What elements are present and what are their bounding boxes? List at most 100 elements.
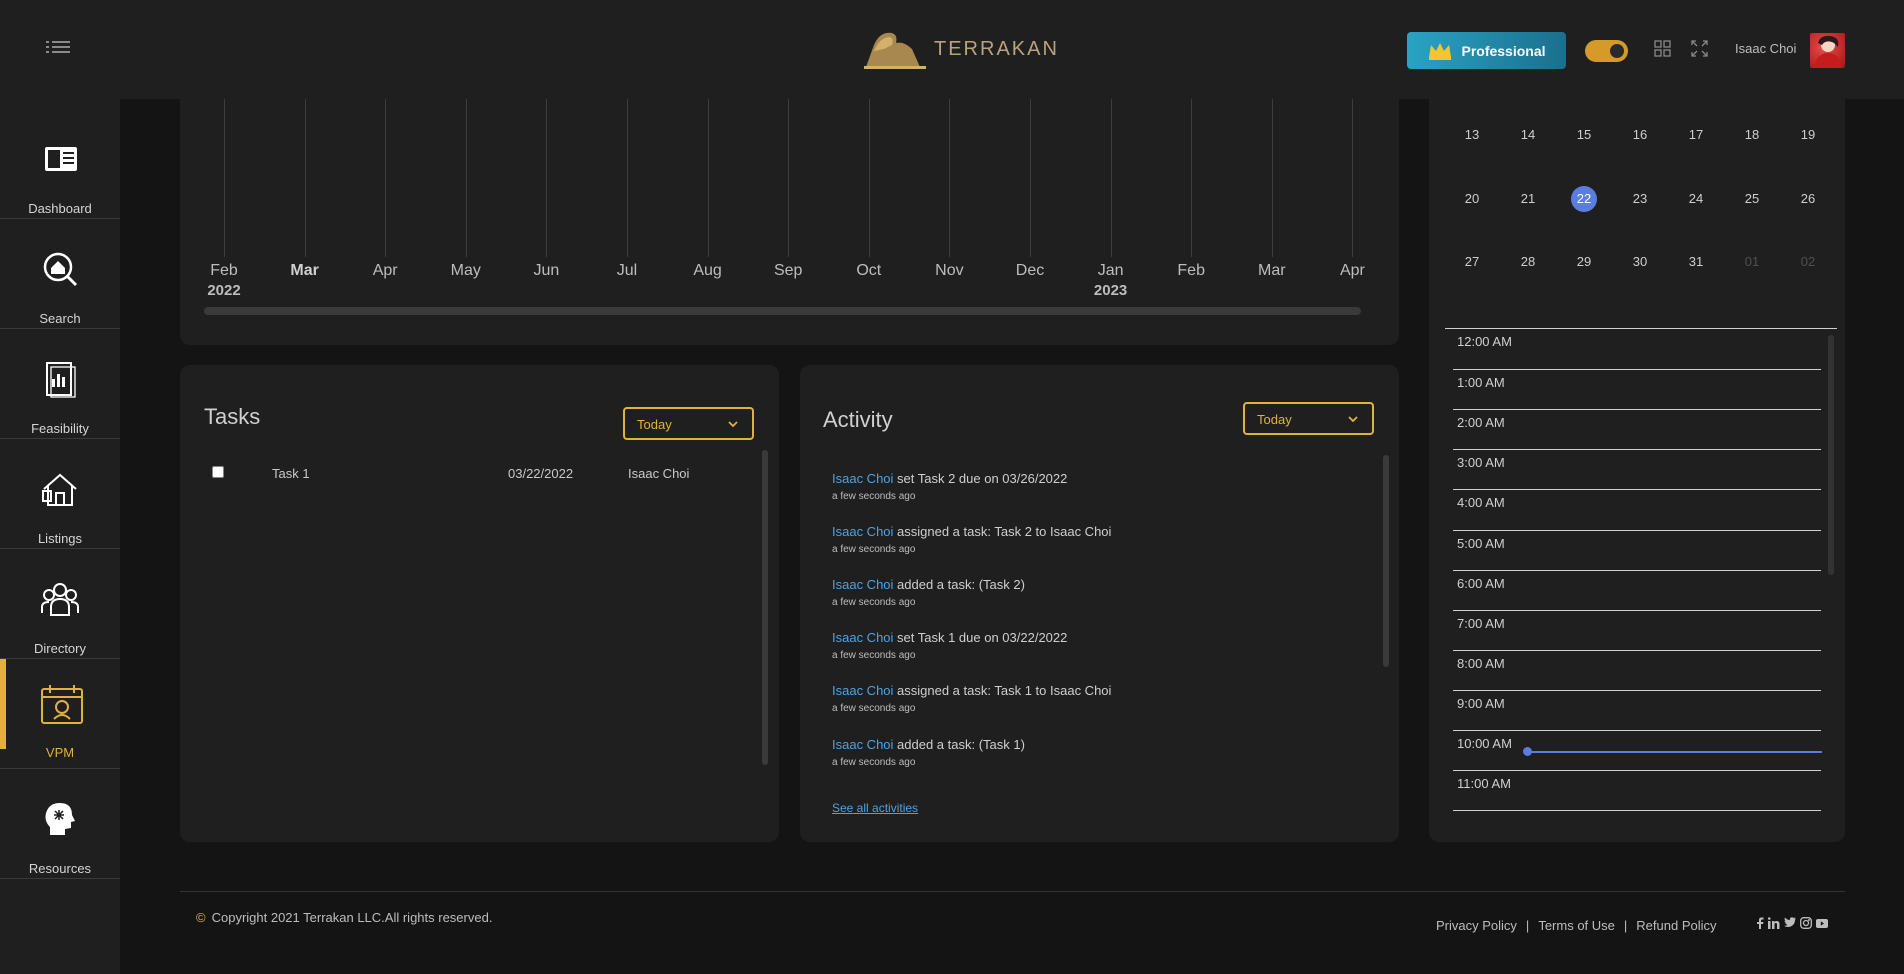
- activity-text: assigned a task: Task 2 to Isaac Choi: [893, 524, 1112, 539]
- terrakan-logo[interactable]: TERRAKAN: [860, 26, 1059, 72]
- timeline-month-label: Mar: [290, 262, 319, 279]
- hour-slot[interactable]: 9:00 AM: [1453, 689, 1821, 730]
- timeline-month-label: Sep: [773, 262, 803, 279]
- calendar-day[interactable]: 20: [1459, 186, 1485, 212]
- professional-plan-button[interactable]: Professional: [1407, 32, 1566, 69]
- search-home-icon: [40, 249, 80, 289]
- calendar-day[interactable]: 24: [1683, 186, 1709, 212]
- activity-user-link[interactable]: Isaac Choi: [832, 471, 893, 486]
- footer-separator: |: [1525, 918, 1530, 933]
- sidebar-item-label: Dashboard: [28, 201, 92, 216]
- youtube-icon[interactable]: [1816, 917, 1828, 932]
- sidebar-item-listings[interactable]: Listings: [0, 439, 120, 549]
- calendar-day[interactable]: 01: [1739, 249, 1765, 275]
- menu-icon[interactable]: [44, 36, 74, 58]
- timeline-year-label: 2023: [1093, 282, 1128, 299]
- calendar-day[interactable]: 25: [1739, 186, 1765, 212]
- sidebar-item-dashboard[interactable]: Dashboard: [0, 109, 120, 219]
- hour-label: 3:00 AM: [1457, 455, 1505, 471]
- hour-slot[interactable]: 10:00 AM: [1453, 730, 1821, 770]
- hour-slot[interactable]: 5:00 AM: [1453, 529, 1821, 570]
- calendar-day[interactable]: 13: [1459, 122, 1485, 148]
- hour-slot[interactable]: 1:00 AM: [1453, 369, 1821, 409]
- activity-user-link[interactable]: Isaac Choi: [832, 524, 893, 539]
- task-checkbox[interactable]: [212, 466, 224, 478]
- apps-grid-icon[interactable]: [1654, 40, 1671, 57]
- sidebar-item-resources[interactable]: Resources: [0, 769, 120, 879]
- chevron-down-icon: [728, 421, 738, 428]
- sidebar-item-search[interactable]: Search: [0, 219, 120, 329]
- calendar-day[interactable]: 19: [1795, 122, 1821, 148]
- fullscreen-icon[interactable]: [1691, 40, 1708, 57]
- hour-label: 4:00 AM: [1457, 495, 1505, 511]
- hour-label: 5:00 AM: [1457, 535, 1505, 551]
- sidebar-item-label: Feasibility: [31, 421, 89, 436]
- timeline-month-label: Dec: [1015, 262, 1045, 279]
- hour-slot[interactable]: 3:00 AM: [1453, 449, 1821, 489]
- social-links: [1756, 917, 1828, 932]
- hour-label: 2:00 AM: [1457, 415, 1505, 431]
- activity-scrollbar[interactable]: [1383, 455, 1389, 667]
- activity-user-link[interactable]: Isaac Choi: [832, 683, 893, 698]
- timeline-gridline: [627, 99, 628, 257]
- tasks-filter-dropdown[interactable]: Today: [623, 407, 754, 440]
- twitter-icon[interactable]: [1784, 917, 1796, 932]
- hour-label: 1:00 AM: [1457, 375, 1505, 391]
- instagram-icon[interactable]: [1800, 917, 1812, 932]
- calendar-day[interactable]: 15: [1571, 122, 1597, 148]
- calendar-day[interactable]: 26: [1795, 186, 1821, 212]
- calendar-day[interactable]: 28: [1515, 249, 1541, 275]
- terms-of-use-link[interactable]: Terms of Use: [1538, 918, 1615, 933]
- refund-policy-link[interactable]: Refund Policy: [1636, 918, 1716, 933]
- user-name[interactable]: Isaac Choi: [1735, 41, 1796, 56]
- timeline-scrollbar[interactable]: [204, 307, 1361, 315]
- hour-slot[interactable]: 4:00 AM: [1453, 489, 1821, 529]
- hour-slot[interactable]: 11:00 AM: [1453, 770, 1821, 810]
- dashboard-icon: [40, 139, 80, 179]
- timeline-gridline: [949, 99, 951, 257]
- activity-user-link[interactable]: Isaac Choi: [832, 737, 893, 752]
- calendar-day[interactable]: 21: [1515, 186, 1541, 212]
- calendar-day[interactable]: 22: [1571, 186, 1597, 212]
- calendar-day[interactable]: 27: [1459, 249, 1485, 275]
- hour-slot[interactable]: 2:00 AM: [1453, 409, 1821, 449]
- hour-slot[interactable]: 8:00 AM: [1453, 649, 1821, 690]
- calendar-day[interactable]: 16: [1627, 122, 1653, 148]
- calendar-day[interactable]: 02: [1795, 249, 1821, 275]
- sidebar-item-feasibility[interactable]: Feasibility: [0, 329, 120, 439]
- linkedin-icon[interactable]: [1767, 917, 1780, 932]
- calendar-day[interactable]: 23: [1627, 186, 1653, 212]
- day-view-scrollbar[interactable]: [1828, 335, 1834, 575]
- calendar-day[interactable]: 17: [1683, 122, 1709, 148]
- user-avatar[interactable]: [1810, 33, 1845, 68]
- activity-user-link[interactable]: Isaac Choi: [832, 577, 893, 592]
- timeline-gridline: [224, 99, 225, 257]
- facebook-icon[interactable]: [1756, 917, 1764, 932]
- hour-slot[interactable]: 6:00 AM: [1453, 569, 1821, 610]
- lion-logo-icon: [864, 32, 926, 69]
- privacy-policy-link[interactable]: Privacy Policy: [1436, 918, 1517, 933]
- theme-toggle[interactable]: [1585, 40, 1628, 62]
- timeline-month-label: Aug: [693, 262, 722, 279]
- top-header: TERRAKAN Professional Isaac Choi: [0, 0, 1904, 99]
- task-row[interactable]: Task 1 03/22/2022 Isaac Choi: [212, 462, 752, 486]
- calendar-day[interactable]: 29: [1571, 249, 1597, 275]
- tasks-scrollbar[interactable]: [762, 450, 768, 765]
- activity-time: a few seconds ago: [832, 703, 916, 714]
- calendar-day[interactable]: 31: [1683, 249, 1709, 275]
- sidebar-item-directory[interactable]: Directory: [0, 549, 120, 659]
- calendar-day[interactable]: 14: [1515, 122, 1541, 148]
- activity-time: a few seconds ago: [832, 597, 916, 608]
- activity-time: a few seconds ago: [832, 650, 916, 661]
- timeline-gridline: [868, 99, 870, 257]
- calendar-day[interactable]: 30: [1627, 249, 1653, 275]
- hour-label: 12:00 AM: [1457, 334, 1512, 349]
- activity-filter-dropdown[interactable]: Today: [1243, 402, 1374, 435]
- sidebar-item-vpm[interactable]: VPM: [0, 659, 120, 769]
- see-all-activities-link[interactable]: See all activities: [832, 801, 918, 815]
- timeline-month-label: Apr: [1339, 262, 1365, 279]
- calendar-day[interactable]: 18: [1739, 122, 1765, 148]
- hour-slot[interactable]: 7:00 AM: [1453, 609, 1821, 650]
- hour-slot[interactable]: 12:00 AM: [1453, 329, 1821, 369]
- activity-user-link[interactable]: Isaac Choi: [832, 630, 893, 645]
